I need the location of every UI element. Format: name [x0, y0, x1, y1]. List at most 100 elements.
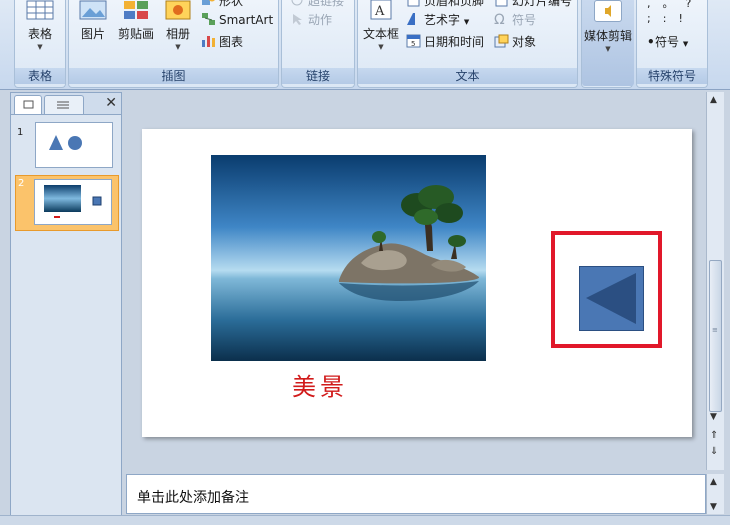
action-button[interactable]: 动作 — [290, 11, 332, 29]
slide-canvas[interactable]: 美景 — [142, 129, 692, 437]
shapes-icon — [201, 0, 216, 7]
clipart-icon — [123, 0, 149, 20]
speaker-icon — [594, 0, 622, 22]
scroll-up-icon[interactable]: ▲ — [710, 477, 717, 487]
shapes-button-label: 形状 — [219, 0, 244, 8]
group-links: 超链接 动作 链接 — [281, 0, 355, 88]
close-icon[interactable]: ✕ — [105, 95, 117, 111]
shapes-button[interactable]: 形状 — [201, 0, 243, 10]
group-illustrations: 图片 剪贴画 相册 ▼ 形状 SmartArt 图表 插图 — [68, 0, 279, 88]
header-footer-button[interactable]: 页眉和页脚 — [406, 0, 484, 10]
chart-icon — [201, 34, 216, 48]
table-button-label: 表格 — [27, 27, 52, 41]
hyperlink-button[interactable]: 超链接 — [290, 0, 344, 10]
omega-icon: Ω — [494, 12, 505, 28]
object-icon — [494, 34, 509, 48]
smartart-button-label: SmartArt — [219, 13, 274, 27]
media-clip-button-label: 媒体剪辑 — [583, 29, 632, 43]
dot-icon: • — [647, 35, 655, 49]
chevron-down-icon: ▼ — [605, 45, 611, 53]
slide-thumbnail-2[interactable] — [34, 179, 112, 225]
chevron-down-icon: ▼ — [175, 43, 181, 51]
chevron-down-icon: ▼ — [682, 40, 689, 48]
special-symbol-button-label: 符号 — [655, 35, 680, 49]
slides-tab-icon — [23, 100, 34, 109]
slide-number-icon — [494, 0, 509, 7]
datetime-button[interactable]: 5 日期和时间 — [406, 33, 484, 51]
notes-pane[interactable]: 单击此处添加备注 — [126, 474, 706, 514]
next-slide-icon[interactable]: ⇓ — [710, 446, 718, 457]
wordart-icon — [406, 12, 421, 26]
album-button-label: 相册 — [165, 27, 190, 41]
exclamation-glyph[interactable]: ! — [678, 12, 694, 25]
punctuation-palette[interactable]: ,。? ;:! — [647, 0, 703, 26]
scroll-down-icon[interactable]: ▼ — [710, 412, 717, 422]
slide-number-button-label: 幻灯片编号 — [512, 0, 573, 8]
header-footer-button-label: 页眉和页脚 — [424, 0, 485, 8]
tab-outline[interactable] — [44, 95, 84, 114]
wordart-button[interactable]: 艺术字 ▼ — [406, 11, 469, 29]
album-icon — [165, 0, 191, 20]
symbol-button[interactable]: Ω 符号 — [494, 11, 536, 29]
outline-tab-icon — [57, 101, 69, 109]
group-table: 表格 ▼ 表格 — [14, 0, 66, 88]
chart-button[interactable]: 图表 — [201, 33, 243, 51]
svg-text:A: A — [374, 4, 385, 19]
group-label-illustrations: 插图 — [69, 68, 278, 84]
slides-panel: ✕ 1 2 — [10, 92, 122, 525]
slide-thumbnail-2-selection[interactable]: 2 — [15, 175, 119, 231]
picture-icon — [79, 0, 107, 20]
landscape-photo[interactable] — [211, 155, 486, 361]
clipart-button[interactable]: 剪贴画 — [115, 0, 157, 42]
group-special-symbols: ,。? ;:! •符号 ▼ 特殊符号 — [636, 0, 708, 88]
special-symbol-button[interactable]: •符号 ▼ — [647, 33, 688, 51]
datetime-button-label: 日期和时间 — [424, 35, 485, 49]
group-label-table: 表格 — [15, 68, 65, 84]
clipart-button-label: 剪贴画 — [117, 27, 154, 41]
picture-button[interactable]: 图片 — [75, 0, 111, 42]
picture-button-label: 图片 — [80, 27, 105, 41]
period-glyph[interactable]: 。 — [663, 0, 686, 10]
chevron-down-icon: ▼ — [463, 18, 470, 26]
calendar-icon: 5 — [406, 34, 421, 48]
chart-button-label: 图表 — [219, 35, 244, 49]
back-action-button[interactable] — [579, 266, 644, 331]
colon-glyph[interactable]: : — [663, 12, 679, 25]
tab-slides[interactable] — [14, 95, 42, 114]
album-button[interactable]: 相册 ▼ — [161, 0, 195, 52]
landscape-photo-image — [211, 155, 486, 361]
hyperlink-icon — [290, 0, 305, 7]
chevron-down-icon: ▼ — [378, 43, 384, 51]
vertical-scrollbar[interactable]: ▲ ≡ ▼ ⇑ ⇓ — [706, 92, 724, 470]
slide-2-preview — [44, 185, 102, 218]
scroll-down-icon[interactable]: ▼ — [710, 502, 717, 512]
smartart-button[interactable]: SmartArt — [201, 11, 273, 29]
scroll-up-icon[interactable]: ▲ — [710, 95, 717, 105]
slide-number-button[interactable]: 幻灯片编号 — [494, 0, 572, 10]
table-icon — [26, 0, 54, 20]
notes-placeholder[interactable]: 单击此处添加备注 — [137, 487, 249, 507]
slide-caption[interactable]: 美景 — [292, 367, 348, 402]
header-footer-icon — [406, 0, 421, 7]
panel-tabbar: ✕ — [11, 93, 121, 115]
grip-icon: ≡ — [712, 326, 718, 334]
table-button[interactable]: 表格 ▼ — [21, 0, 59, 52]
question-glyph[interactable]: ? — [686, 0, 704, 10]
scrollbar-thumb[interactable]: ≡ — [709, 260, 722, 412]
slide-editing-area: 美景 — [124, 92, 706, 470]
group-text: A 文本框 ▼ 页眉和页脚 艺术字 ▼ 5 日期和时间 幻灯片编号 Ω 符号 对象 … — [357, 0, 578, 88]
object-button[interactable]: 对象 — [494, 33, 536, 51]
slide-1-shapes — [49, 135, 82, 150]
comma-glyph[interactable]: , — [647, 0, 663, 10]
semicolon-glyph[interactable]: ; — [647, 12, 663, 25]
notes-scrollbar[interactable]: ▲ ▼ — [706, 474, 724, 514]
previous-slide-icon[interactable]: ⇑ — [710, 430, 718, 441]
hyperlink-button-label: 超链接 — [308, 0, 345, 8]
slide-number-1: 1 — [17, 127, 24, 138]
symbol-button-label: 符号 — [512, 13, 537, 27]
object-button-label: 对象 — [512, 35, 537, 49]
slide-thumbnail-1[interactable] — [35, 122, 113, 168]
textbox-button[interactable]: A 文本框 ▼ — [360, 0, 402, 52]
media-clip-button[interactable]: 媒体剪辑 ▼ — [582, 0, 634, 86]
action-icon — [290, 12, 305, 26]
